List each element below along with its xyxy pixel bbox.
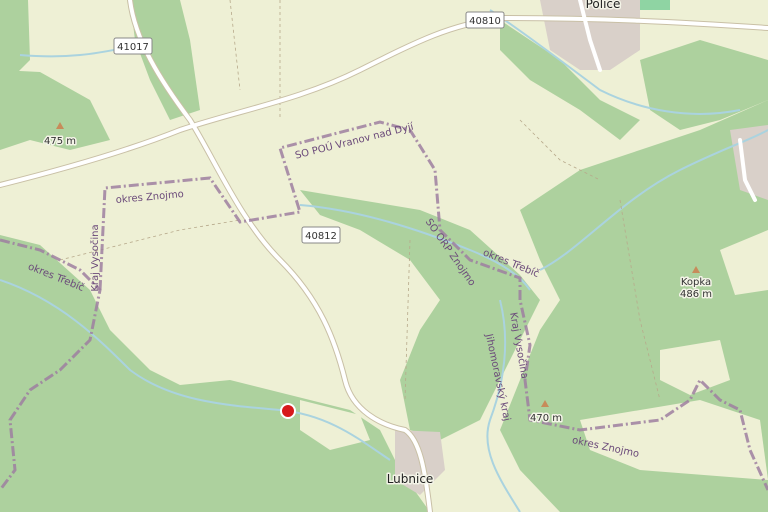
peak-label-475: 475 m: [44, 136, 76, 147]
place-label-lubnice: Lubnice: [387, 472, 434, 486]
peak-label-kopka: Kopka: [681, 277, 711, 288]
road-ref-40810: 40810: [469, 16, 501, 27]
peak-label-kopka-elevation: 486 m: [680, 289, 712, 300]
sports-field: [640, 0, 670, 10]
place-label-police: Police: [586, 0, 621, 11]
map-canvas[interactable]: 41017 40810 40812 Police Lubnice 475 m K…: [0, 0, 768, 512]
road-ref-41017: 41017: [117, 42, 149, 53]
road-ref-40812: 40812: [305, 231, 337, 242]
map-marker[interactable]: [280, 403, 296, 419]
admin-label-kraj-vysocina-west: Kraj Vysočina: [89, 224, 101, 291]
peak-label-470: 470 m: [530, 413, 562, 424]
